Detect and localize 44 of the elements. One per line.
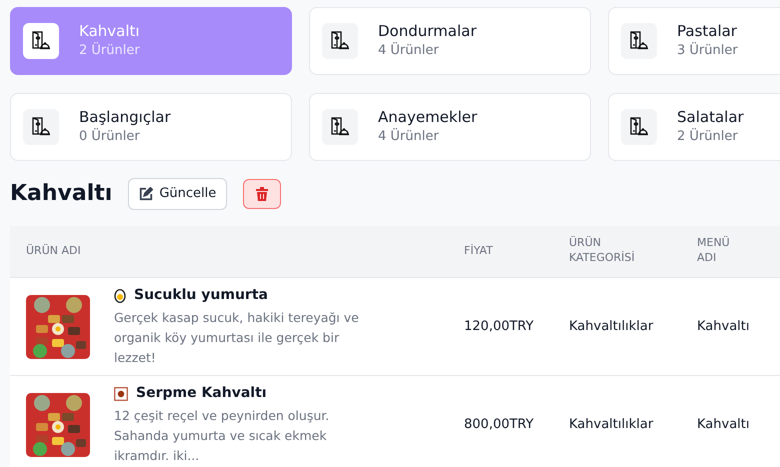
table-cell: Kahvaltı bbox=[681, 278, 780, 376]
category-card[interactable]: Anayemekler 4 Ürünler bbox=[309, 93, 591, 161]
trash-icon bbox=[256, 186, 268, 201]
column-header: ÜRÜN KATEGORİSİ bbox=[553, 226, 681, 278]
category-card[interactable]: Salatalar 2 Ürünler bbox=[608, 93, 780, 161]
category-card[interactable]: Pastalar 3 Ürünler bbox=[608, 7, 780, 75]
product-name: Sucuklu yumurta bbox=[134, 286, 268, 305]
menu-icon bbox=[330, 30, 350, 52]
menu-icon bbox=[330, 116, 350, 138]
column-header: MENÜ ADI bbox=[681, 226, 780, 278]
product-description: 12 çeşit reçel ve peynirden oluşur. Sahanda yumurta ve sıcak ekmek ikramdır. iki... bbox=[114, 407, 330, 465]
edit-icon bbox=[139, 186, 154, 201]
category-name: Pastalar bbox=[677, 22, 738, 41]
product-description: Gerçek kasap sucuk, hakiki tereyağı ve organik köy yumurtası ile gerçek bir lezzet! bbox=[114, 309, 360, 367]
product-name: Serpme Kahvaltı bbox=[136, 384, 267, 403]
product-count: 2 Ürünler bbox=[677, 127, 739, 146]
category-card[interactable]: Dondurmalar 4 Ürünler bbox=[309, 7, 591, 75]
delete-button[interactable] bbox=[243, 178, 282, 209]
product-count: 2 Ürünler bbox=[79, 41, 140, 60]
table-cell: 120,00TRY bbox=[448, 278, 553, 376]
category-name: Anayemekler bbox=[378, 108, 478, 127]
product-count: 3 Ürünler bbox=[677, 41, 738, 60]
column-header: FİYAT bbox=[448, 226, 553, 278]
product-count: 4 Ürünler bbox=[378, 127, 440, 146]
table-cell: Kahvaltı bbox=[681, 376, 780, 467]
menu-icon bbox=[31, 30, 51, 52]
edit-button[interactable]: Güncelle bbox=[128, 178, 228, 210]
egg-icon bbox=[114, 288, 126, 303]
table-cell: Kahvaltılıklar bbox=[553, 278, 681, 376]
menu-icon bbox=[629, 30, 649, 52]
category-name: Kahvaltı bbox=[79, 22, 140, 41]
product-count: 4 Ürünler bbox=[378, 41, 440, 60]
column-header: ÜRÜN ADI bbox=[10, 226, 448, 278]
category-name: Başlangıçlar bbox=[79, 108, 171, 127]
category-card[interactable]: Başlangıçlar 0 Ürünler bbox=[10, 93, 292, 161]
menu-title: Kahvaltı bbox=[10, 180, 112, 207]
product-count: 0 Ürünler bbox=[79, 127, 141, 146]
non-veg-icon bbox=[114, 386, 128, 400]
category-name: Dondurmalar bbox=[378, 22, 476, 41]
table-cell: Kahvaltılıklar bbox=[553, 376, 681, 467]
table-cell: 800,00TRY bbox=[448, 376, 553, 467]
menu-icon bbox=[31, 116, 51, 138]
category-name: Salatalar bbox=[677, 108, 744, 127]
menu-icon bbox=[629, 116, 649, 138]
